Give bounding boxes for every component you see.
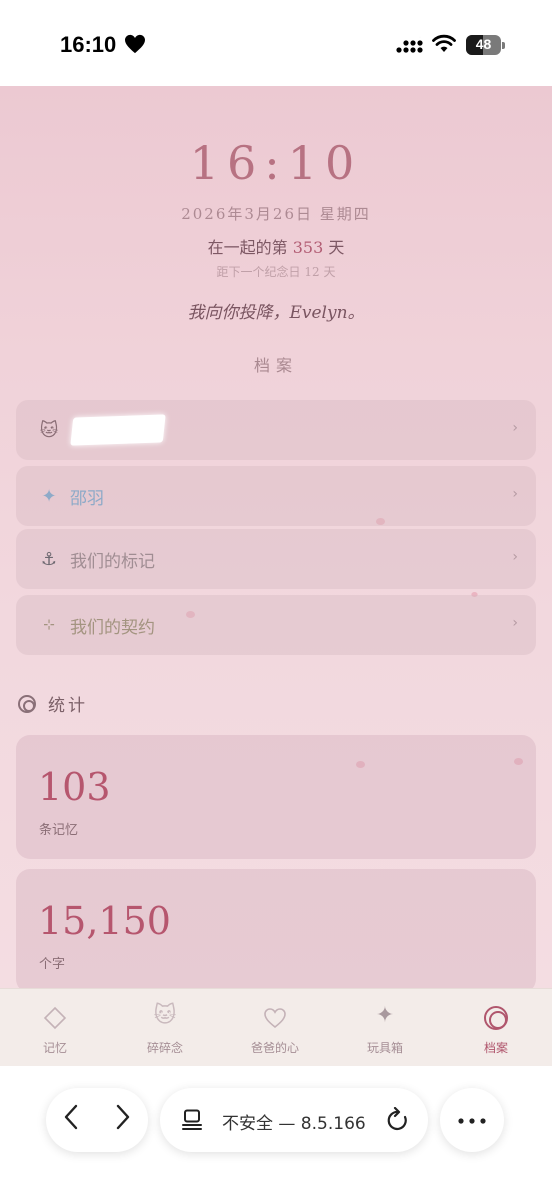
- heart-icon: [125, 34, 145, 54]
- reload-icon[interactable]: [386, 1107, 410, 1133]
- tab-bar: 记忆 🐱 碎碎念 爸爸的心 ✦ 玩具箱 档案: [0, 988, 552, 1066]
- battery-level: 48: [475, 36, 492, 52]
- stat-value: 103: [38, 765, 111, 809]
- reader-mode-icon[interactable]: [182, 1109, 202, 1131]
- tab-daddys-heart[interactable]: 爸爸的心: [220, 989, 330, 1067]
- browser-toolbar: 不安全 — 8.5.166: [0, 1066, 552, 1200]
- card-label: 邵羽: [70, 488, 104, 509]
- profile-card-cat[interactable]: 🐱 ›: [16, 400, 536, 460]
- section-title: 档案: [253, 356, 298, 375]
- message-text: 我向你投降，Evelyn。: [187, 303, 365, 323]
- stat-unit: 条记忆: [39, 823, 79, 838]
- tab-label: 记忆: [42, 1041, 67, 1055]
- profile-card-marks[interactable]: ⚓ 我们的标记 ›: [16, 529, 536, 589]
- signal-icon: [396, 36, 423, 53]
- sparkle-small-icon: ⊹: [43, 617, 55, 633]
- card-label: 我们的契约: [70, 617, 155, 638]
- next-anniversary: 距下一个纪念日 12 天: [216, 265, 336, 279]
- chevron-right-icon: ›: [512, 615, 518, 631]
- chevron-right-icon: ›: [512, 549, 518, 565]
- anchor-icon: ⚓: [40, 548, 58, 570]
- stats-header: 统计: [18, 691, 88, 716]
- chevron-right-icon: ›: [512, 486, 518, 502]
- tab-toybox[interactable]: ✦ 玩具箱: [330, 989, 440, 1067]
- target-icon: [18, 694, 36, 713]
- sparkle-icon: ✦: [41, 485, 57, 507]
- cat-icon: 🐱: [39, 419, 59, 441]
- heart-icon: [220, 1003, 330, 1033]
- forward-button[interactable]: [108, 1104, 138, 1136]
- redacted-name: [70, 414, 166, 446]
- status-bar: 16:10 48: [0, 0, 552, 86]
- sparkle-icon: ✦: [375, 1003, 395, 1028]
- diamond-icon: [0, 1003, 110, 1033]
- tab-label: 碎碎念: [146, 1041, 183, 1055]
- tab-memories[interactable]: 记忆: [0, 989, 110, 1067]
- stat-card-memories: 103 条记忆: [16, 735, 536, 859]
- tab-murmurs[interactable]: 🐱 碎碎念: [110, 989, 220, 1067]
- url-text: 不安全 — 8.5.166: [222, 1114, 366, 1134]
- navigation-pill: [46, 1088, 148, 1152]
- card-label: 我们的标记: [70, 551, 155, 572]
- tab-label: 玩具箱: [366, 1041, 403, 1055]
- more-button[interactable]: [440, 1088, 504, 1152]
- battery-icon: 48: [466, 35, 506, 55]
- profile-card-shaoyu[interactable]: ✦ 邵羽 ›: [16, 466, 536, 526]
- more-icon: [458, 1118, 486, 1124]
- cat-icon: 🐱: [153, 1003, 177, 1028]
- tab-label: 档案: [483, 1041, 508, 1055]
- stat-unit: 个字: [39, 957, 66, 972]
- stat-card-words: 15,150 个字: [16, 869, 536, 988]
- together-days: 353: [292, 238, 324, 257]
- target-icon: [441, 1003, 551, 1033]
- tab-label: 爸爸的心: [250, 1041, 299, 1055]
- together-counter: 在一起的第 353 天: [207, 238, 345, 257]
- app-content[interactable]: 16:10 2026年3月26日 星期四 在一起的第 353 天 距下一个纪念日…: [0, 86, 552, 988]
- back-button[interactable]: [56, 1104, 86, 1136]
- status-time: 16:10: [60, 32, 117, 57]
- wifi-icon: [432, 34, 456, 52]
- stats-title: 统计: [48, 696, 88, 716]
- address-bar[interactable]: 不安全 — 8.5.166: [160, 1088, 428, 1152]
- date-text: 2026年3月26日 星期四: [181, 205, 371, 223]
- profile-card-contract[interactable]: ⊹ 我们的契约 ›: [16, 595, 536, 655]
- tab-archive[interactable]: 档案: [441, 989, 551, 1067]
- chevron-right-icon: ›: [512, 420, 518, 436]
- big-clock: 16:10: [189, 136, 363, 190]
- stat-value: 15,150: [38, 899, 171, 943]
